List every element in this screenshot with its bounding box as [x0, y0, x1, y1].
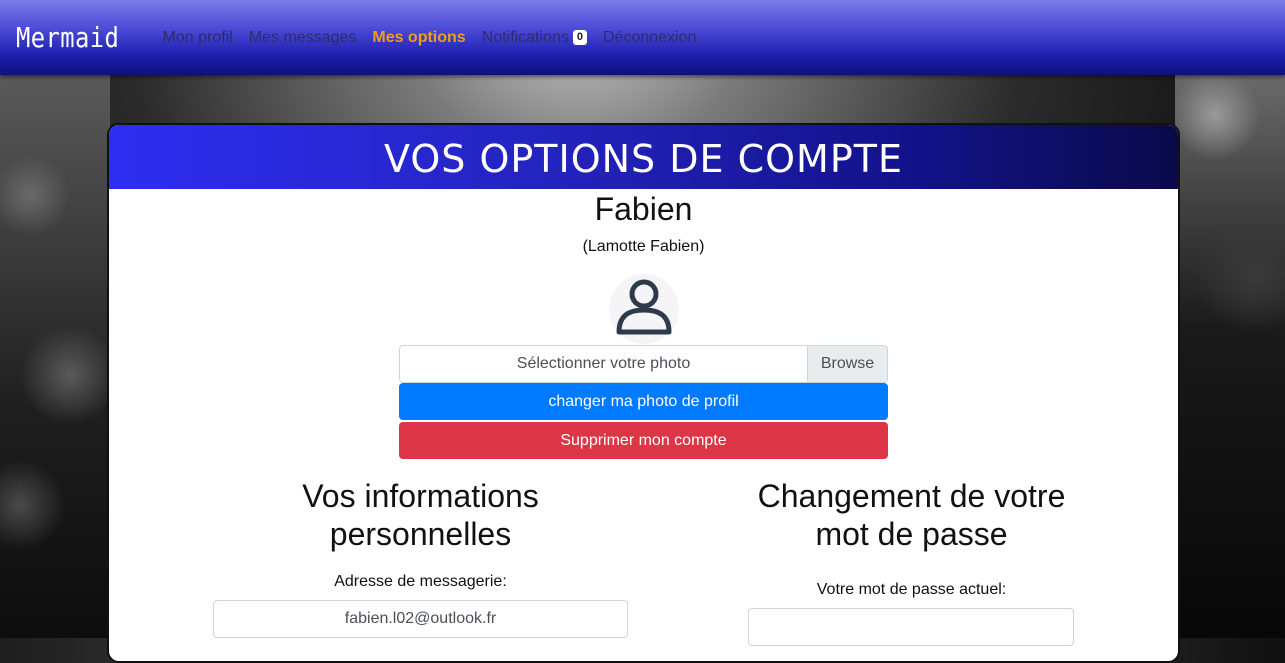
- current-password-field[interactable]: [748, 608, 1074, 646]
- nav-link-mes-options[interactable]: Mes options: [372, 29, 465, 47]
- delete-account-button[interactable]: Supprimer mon compte: [399, 422, 888, 459]
- brand-logo[interactable]: Mermaid: [16, 21, 119, 54]
- top-navbar: Mermaid Mon profil Mes messages Mes opti…: [0, 0, 1285, 75]
- current-password-label: Votre mot de passe actuel:: [816, 581, 1007, 598]
- username: Fabien: [594, 191, 693, 227]
- browse-button[interactable]: Browse: [807, 346, 887, 382]
- account-options-card: Vos options de compte Fabien (Lamotte Fa…: [107, 123, 1180, 663]
- card-header: Vos options de compte: [109, 125, 1178, 189]
- email-label: Adresse de messagerie:: [334, 573, 507, 590]
- change-photo-button[interactable]: changer ma photo de profil: [399, 383, 888, 420]
- personal-info-title: Vos informations personnelles: [302, 478, 539, 552]
- email-field[interactable]: [213, 600, 628, 638]
- password-change-title: Changement de votre mot de passe: [757, 478, 1066, 552]
- user-icon: [609, 274, 679, 344]
- nav-link-deconnexion[interactable]: Déconnexion: [603, 29, 696, 47]
- nav-link-notifications[interactable]: Notifications 0: [482, 29, 587, 47]
- background-crowd-right: [1175, 75, 1285, 638]
- background-crowd-left: [0, 75, 110, 638]
- page-title: Vos options de compte: [384, 137, 903, 181]
- notifications-count-badge: 0: [572, 30, 587, 45]
- photo-file-input[interactable]: Sélectionner votre photo Browse: [399, 345, 888, 383]
- full-name: (Lamotte Fabien): [582, 238, 705, 255]
- nav-link-notifications-label: Notifications: [481, 28, 569, 46]
- photo-file-input-label: Sélectionner votre photo: [516, 355, 691, 372]
- nav-link-mes-messages[interactable]: Mes messages: [249, 29, 357, 47]
- nav-link-mon-profil[interactable]: Mon profil: [163, 29, 233, 47]
